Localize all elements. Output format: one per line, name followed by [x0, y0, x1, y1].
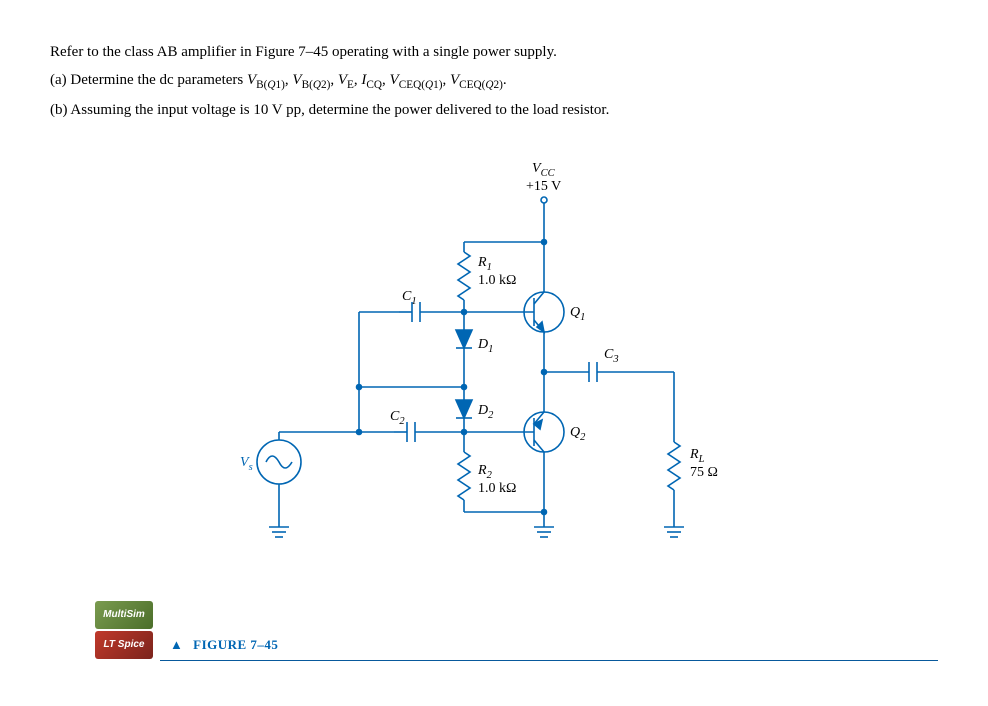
- bottom-rule: [160, 660, 938, 661]
- rl-value: 75 Ω: [690, 462, 718, 484]
- r2-value: 1.0 kΩ: [478, 478, 516, 500]
- part-b: (b) Assuming the input voltage is 10 V p…: [50, 98, 938, 122]
- circuit-diagram: VCC +15 V R1 1.0 kΩ C1 C2 C3 D1 D2 Q1 Q2…: [144, 162, 844, 602]
- c2-label: C2: [390, 406, 405, 431]
- q1-label: Q1: [570, 302, 585, 327]
- c3-label: C3: [604, 344, 619, 369]
- d1-label: D1: [478, 334, 493, 359]
- d2-label: D2: [478, 400, 493, 425]
- c1-label: C1: [402, 286, 417, 311]
- circuit-svg: [144, 162, 844, 602]
- multisim-badge: MultiSim: [95, 601, 153, 629]
- problem-statement: Refer to the class AB amplifier in Figur…: [50, 40, 938, 122]
- r1-value: 1.0 kΩ: [478, 270, 516, 292]
- caption-label: FIGURE 7–45: [193, 637, 278, 652]
- caption-arrow-icon: ▲: [170, 637, 183, 652]
- figure-caption: ▲ FIGURE 7–45: [170, 635, 278, 656]
- vs-label: Vs: [240, 452, 253, 477]
- intro-line: Refer to the class AB amplifier in Figur…: [50, 40, 938, 64]
- q2-label: Q2: [570, 422, 585, 447]
- part-a: (a) Determine the dc parameters VB(Q1), …: [50, 68, 938, 94]
- ltspice-badge: LT Spice: [95, 631, 153, 659]
- software-badges: MultiSim LT Spice: [95, 601, 155, 661]
- vcc-value: +15 V: [526, 176, 561, 198]
